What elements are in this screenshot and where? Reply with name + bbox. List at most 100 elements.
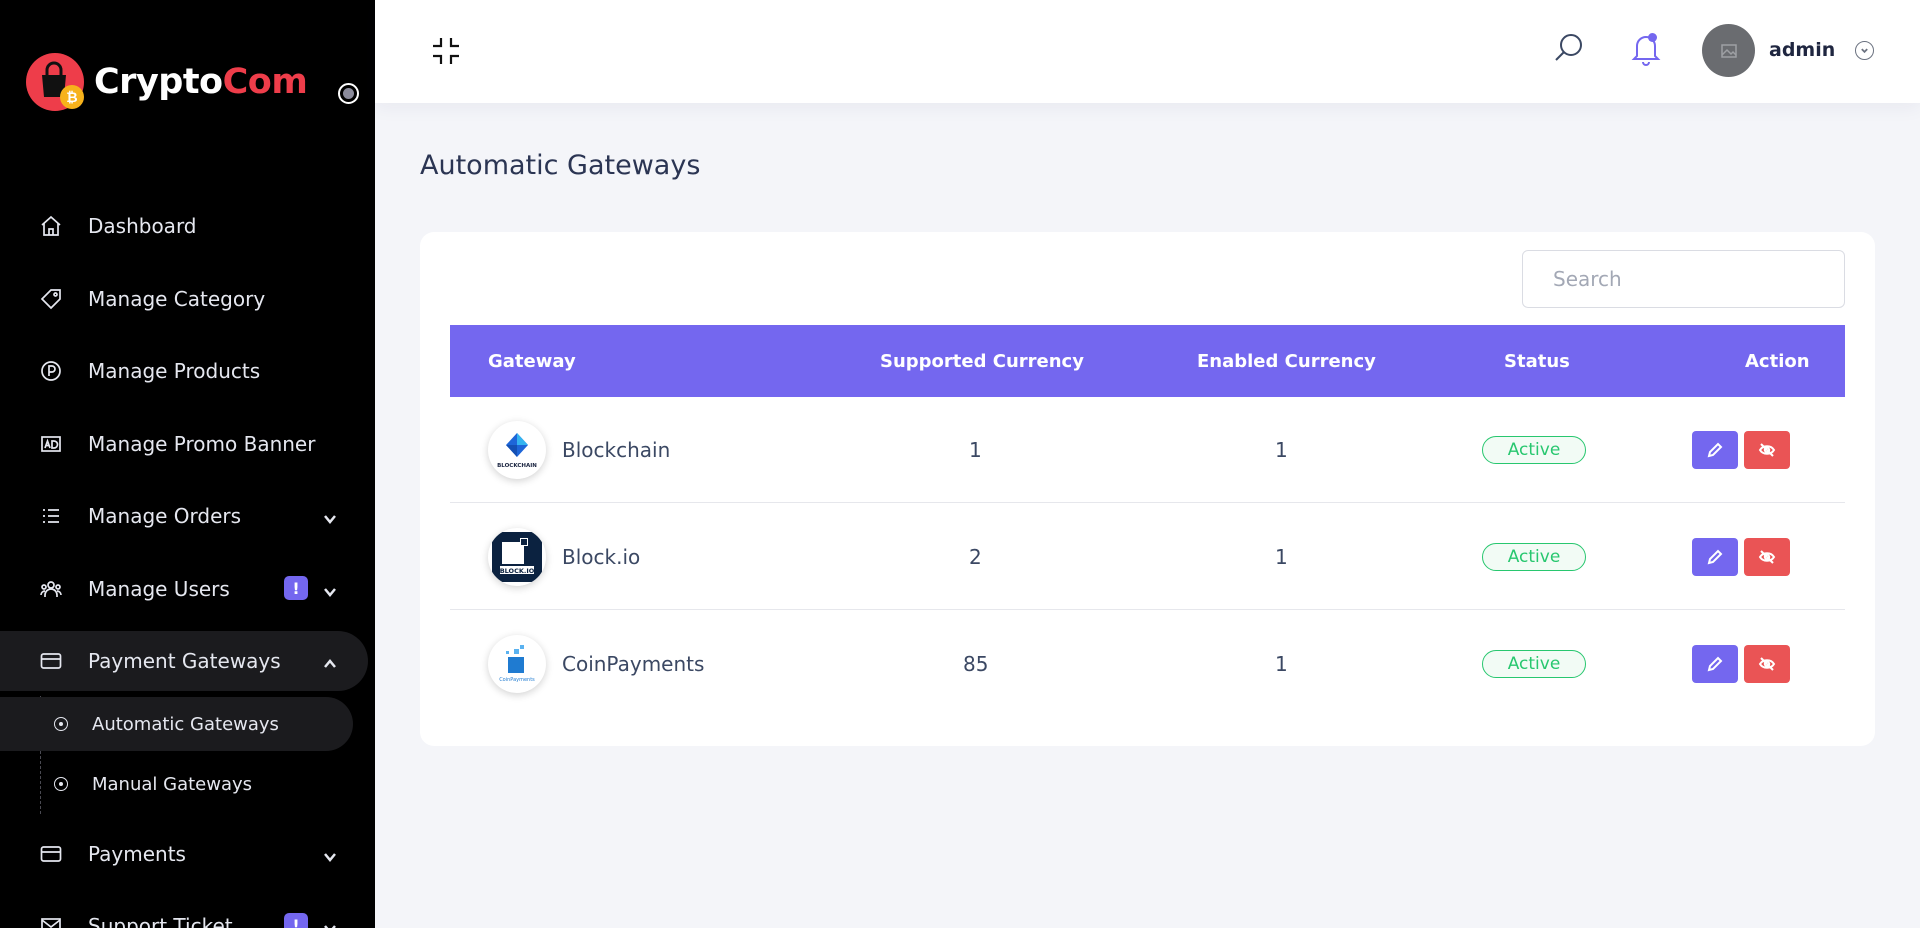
action-cell	[1686, 397, 1790, 503]
radio-dot-icon	[54, 777, 68, 791]
sidebar-item-manage-orders[interactable]: Manage Orders	[0, 486, 368, 546]
brand-logo-icon: ₿	[26, 51, 88, 113]
gateway-cell: BLOCKCHAIN Blockchain	[488, 397, 670, 503]
sidebar-item-label: Manage Promo Banner	[88, 432, 316, 456]
disable-button[interactable]	[1744, 431, 1790, 469]
tag-icon	[38, 286, 64, 312]
svg-text:CoinPayments: CoinPayments	[499, 677, 535, 683]
action-cell	[1686, 504, 1790, 610]
brand[interactable]: ₿ CryptoCom	[26, 51, 308, 113]
edit-button[interactable]	[1692, 431, 1738, 469]
pencil-icon	[1707, 442, 1723, 458]
action-cell	[1686, 611, 1790, 717]
p-circle-icon	[38, 358, 64, 384]
page-title: Automatic Gateways	[420, 150, 701, 181]
sidebar-item-support-ticket[interactable]: Support Ticket !	[0, 896, 368, 928]
chevron-down-icon	[322, 581, 338, 597]
sidebar-item-label: Dashboard	[88, 214, 197, 238]
pencil-icon	[1707, 549, 1723, 565]
disable-button[interactable]	[1744, 645, 1790, 683]
alert-badge: !	[284, 913, 308, 928]
status-cell: Active	[1482, 504, 1586, 610]
eye-off-icon	[1758, 657, 1776, 671]
sidebar-item-label: Manage Users	[88, 577, 230, 601]
sidebar-item-label: Manage Products	[88, 359, 261, 383]
column-header-supported-currency: Supported Currency	[880, 350, 1084, 372]
table-row: BLOCKCHAIN Blockchain 1 1 Active	[450, 397, 1845, 503]
gateway-cell: BLOCK.IO Block.io	[488, 504, 640, 610]
chevron-down-icon	[322, 918, 338, 928]
sidebar-item-manage-products[interactable]: Manage Products	[0, 341, 368, 401]
gateway-name: Block.io	[562, 545, 641, 569]
sidebar-toggle-button[interactable]	[338, 83, 359, 104]
top-header: admin	[375, 0, 1920, 103]
edit-button[interactable]	[1692, 645, 1738, 683]
brand-name-main: Crypto	[94, 62, 223, 102]
sidebar-subitem-automatic-gateways[interactable]: Automatic Gateways	[0, 697, 353, 751]
blockio-logo-icon: BLOCK.IO	[488, 528, 546, 586]
bell-icon[interactable]	[1629, 30, 1663, 66]
sidebar-item-label: Manage Category	[88, 287, 266, 311]
brand-name-accent: Com	[222, 62, 308, 102]
table-row: CoinPayments CoinPayments 85 1 Active	[450, 611, 1845, 717]
eye-off-icon	[1758, 550, 1776, 564]
eye-off-icon	[1758, 443, 1776, 457]
column-header-action: Action	[1745, 350, 1810, 372]
search-icon[interactable]	[1553, 32, 1585, 64]
status-badge: Active	[1482, 543, 1586, 571]
ad-icon	[38, 431, 64, 457]
sidebar-item-payment-gateways[interactable]: Payment Gateways	[0, 631, 368, 691]
alert-badge: !	[284, 576, 308, 600]
notification-dot	[1648, 33, 1657, 42]
chevron-down-icon	[322, 846, 338, 862]
supported-currency-cell: 1	[969, 438, 982, 462]
chevron-down-icon[interactable]	[1855, 41, 1874, 60]
status-badge: Active	[1482, 436, 1586, 464]
column-header-status: Status	[1504, 350, 1570, 372]
sidebar-item-payments[interactable]: Payments	[0, 824, 368, 884]
sidebar-subitem-label: Manual Gateways	[92, 773, 253, 795]
search-input[interactable]	[1522, 250, 1845, 308]
chevron-up-icon	[322, 653, 338, 669]
supported-currency-cell: 85	[963, 652, 989, 676]
exit-fullscreen-icon[interactable]	[431, 36, 461, 66]
table-row: BLOCK.IO Block.io 2 1 Active	[450, 504, 1845, 610]
users-icon	[38, 576, 64, 602]
sidebar-item-manage-users[interactable]: Manage Users !	[0, 559, 368, 619]
column-header-gateway: Gateway	[488, 350, 576, 372]
column-header-enabled-currency: Enabled Currency	[1197, 350, 1376, 372]
gateway-name: Blockchain	[562, 438, 671, 462]
sidebar-item-dashboard[interactable]: Dashboard	[0, 196, 368, 256]
enabled-currency-cell: 1	[1275, 545, 1288, 569]
gateway-name: CoinPayments	[562, 652, 705, 676]
enabled-currency-cell: 1	[1275, 652, 1288, 676]
sidebar-item-label: Manage Orders	[88, 504, 242, 528]
brand-name: CryptoCom	[94, 62, 308, 102]
blockchain-logo-icon: BLOCKCHAIN	[488, 421, 546, 479]
status-cell: Active	[1482, 611, 1586, 717]
edit-button[interactable]	[1692, 538, 1738, 576]
list-icon	[38, 503, 64, 529]
sidebar-item-label: Payment Gateways	[88, 649, 281, 673]
sidebar: ₿ CryptoCom Dashboard Manage Category Ma…	[0, 0, 375, 928]
pencil-icon	[1707, 656, 1723, 672]
table-header: Gateway Supported Currency Enabled Curre…	[450, 325, 1845, 397]
radio-dot-icon	[54, 717, 68, 731]
image-placeholder-icon	[1720, 43, 1737, 58]
sidebar-subitem-label: Automatic Gateways	[92, 713, 279, 735]
enabled-currency-cell: 1	[1275, 438, 1288, 462]
ticket-icon	[38, 913, 64, 928]
status-badge: Active	[1482, 650, 1586, 678]
sidebar-subitem-manual-gateways[interactable]: Manual Gateways	[0, 757, 353, 811]
home-icon	[38, 213, 64, 239]
disable-button[interactable]	[1744, 538, 1790, 576]
user-name[interactable]: admin	[1769, 39, 1835, 61]
sidebar-item-manage-category[interactable]: Manage Category	[0, 269, 368, 329]
sidebar-item-manage-promo-banner[interactable]: Manage Promo Banner	[0, 414, 368, 474]
gateways-card: Gateway Supported Currency Enabled Curre…	[420, 232, 1875, 746]
chevron-down-icon	[322, 508, 338, 524]
svg-text:₿: ₿	[66, 90, 77, 106]
coinpayments-logo-icon: CoinPayments	[488, 635, 546, 693]
avatar[interactable]	[1702, 24, 1755, 77]
sidebar-item-label: Support Ticket	[88, 914, 233, 928]
